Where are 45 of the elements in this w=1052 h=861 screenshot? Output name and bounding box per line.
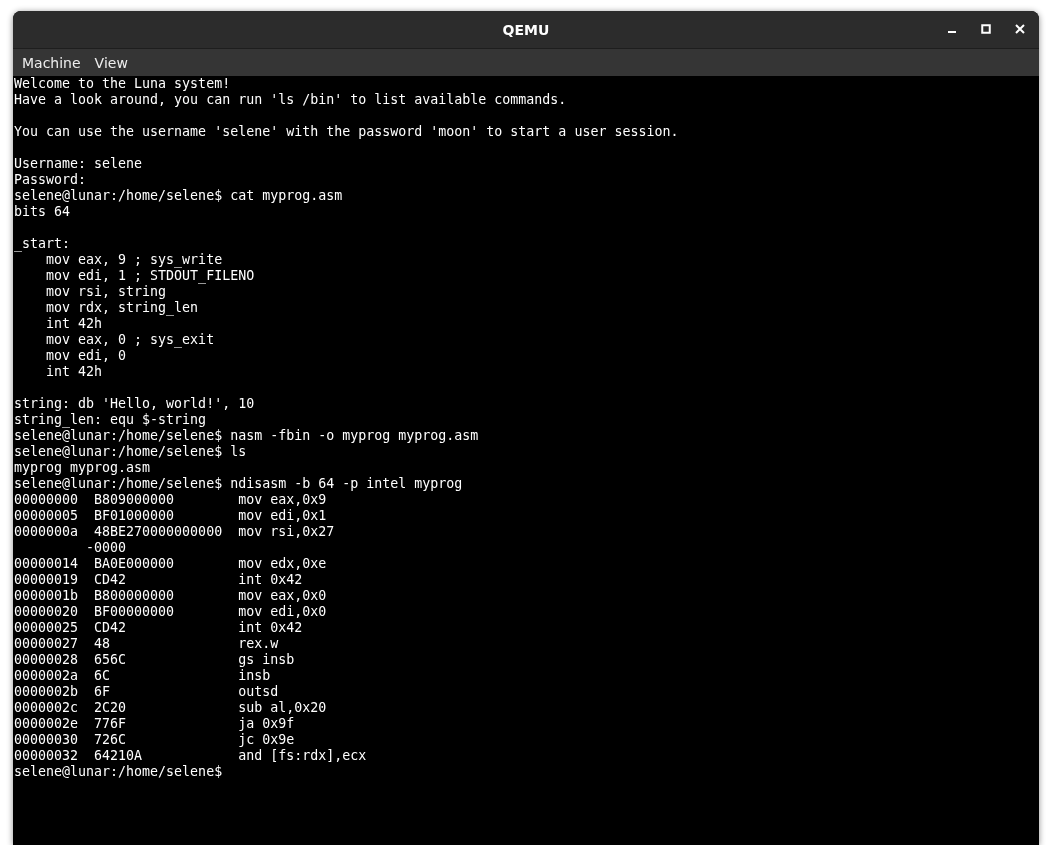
- terminal-line: 00000000 B809000000 mov eax,0x9: [14, 492, 328, 508]
- terminal-line: mov rsi, string: [45, 284, 168, 300]
- terminal-line: int 42h: [45, 316, 104, 332]
- terminal-line: 00000030 726C jc 0x9e: [14, 732, 296, 748]
- terminal-line: mov edi, 0: [45, 348, 128, 364]
- terminal-line: int 42h: [45, 364, 104, 380]
- terminal-line: 0000002c 2C20 sub al,0x20: [14, 700, 328, 716]
- terminal-line: selene@lunar:/home/selene$ nasm -fbin -o myprog myprog.asm: [14, 428, 480, 444]
- terminal-line: string: db 'Hello, world!', 10: [14, 396, 256, 412]
- terminal-line: 00000032 64210A and [fs:rdx],ecx: [14, 748, 368, 764]
- terminal-line: selene@lunar:/home/selene$: [14, 764, 224, 780]
- close-icon[interactable]: [1015, 24, 1025, 34]
- window-title: QEMU: [502, 21, 550, 38]
- terminal-line: 00000025 CD42 int 0x42: [14, 620, 304, 636]
- terminal-line: _start:: [14, 236, 72, 252]
- terminal-line: 00000005 BF01000000 mov edi,0x1: [14, 508, 328, 524]
- terminal-line: mov rdx, string_len: [45, 300, 200, 316]
- terminal-line: 0000002b 6F outsd: [14, 684, 280, 700]
- menu-item[interactable]: Machine: [15, 54, 88, 71]
- terminal-line: selene@lunar:/home/selene$ ls: [14, 444, 248, 460]
- terminal-line: Password:: [14, 172, 88, 188]
- terminal-line: Username: selene: [14, 156, 144, 172]
- terminal-line: You can use the username 'selene' with the password 'moon' to start a user session.: [14, 124, 680, 140]
- terminal-line: mov eax, 9 ; sys_write: [45, 252, 224, 268]
- terminal-line: 0000002a 6C insb: [14, 668, 272, 684]
- terminal-line: 00000020 BF00000000 mov edi,0x0: [14, 604, 328, 620]
- terminal-line: 00000019 CD42 int 0x42: [14, 572, 304, 588]
- terminal-line: selene@lunar:/home/selene$ ndisasm -b 64 -p intel myprog: [14, 476, 464, 492]
- maximize-icon[interactable]: [981, 24, 991, 34]
- terminal-line: mov edi, 1 ; STDOUT_FILENO: [45, 268, 256, 284]
- terminal-line: 0000001b B800000000 mov eax,0x0: [14, 588, 328, 604]
- terminal-line: 0000000a 48BE270000000000 mov rsi,0x27: [14, 524, 336, 540]
- terminal-line: mov eax, 0 ; sys_exit: [45, 332, 216, 348]
- terminal-line: string_len: equ $-string: [14, 412, 208, 428]
- menu-item[interactable]: View: [87, 54, 135, 71]
- terminal-line: 00000014 BA0E000000 mov edx,0xe: [14, 556, 328, 572]
- terminal-line: Welcome to the Luna system!: [14, 76, 232, 92]
- terminal-line: selene@lunar:/home/selene$ cat myprog.asm: [14, 188, 344, 204]
- terminal-line: -0000: [85, 540, 128, 556]
- terminal-line: 00000028 656C gs insb: [14, 652, 296, 668]
- terminal-line: bits 64: [14, 204, 72, 220]
- terminal-line: 0000002e 776F ja 0x9f: [14, 716, 296, 732]
- terminal-line: 00000027 48 rex.w: [14, 636, 280, 652]
- terminal-line: myprog myprog.asm: [14, 460, 152, 476]
- terminal-line: Have a look around, you can run 'ls /bin' to list available commands.: [14, 92, 568, 108]
